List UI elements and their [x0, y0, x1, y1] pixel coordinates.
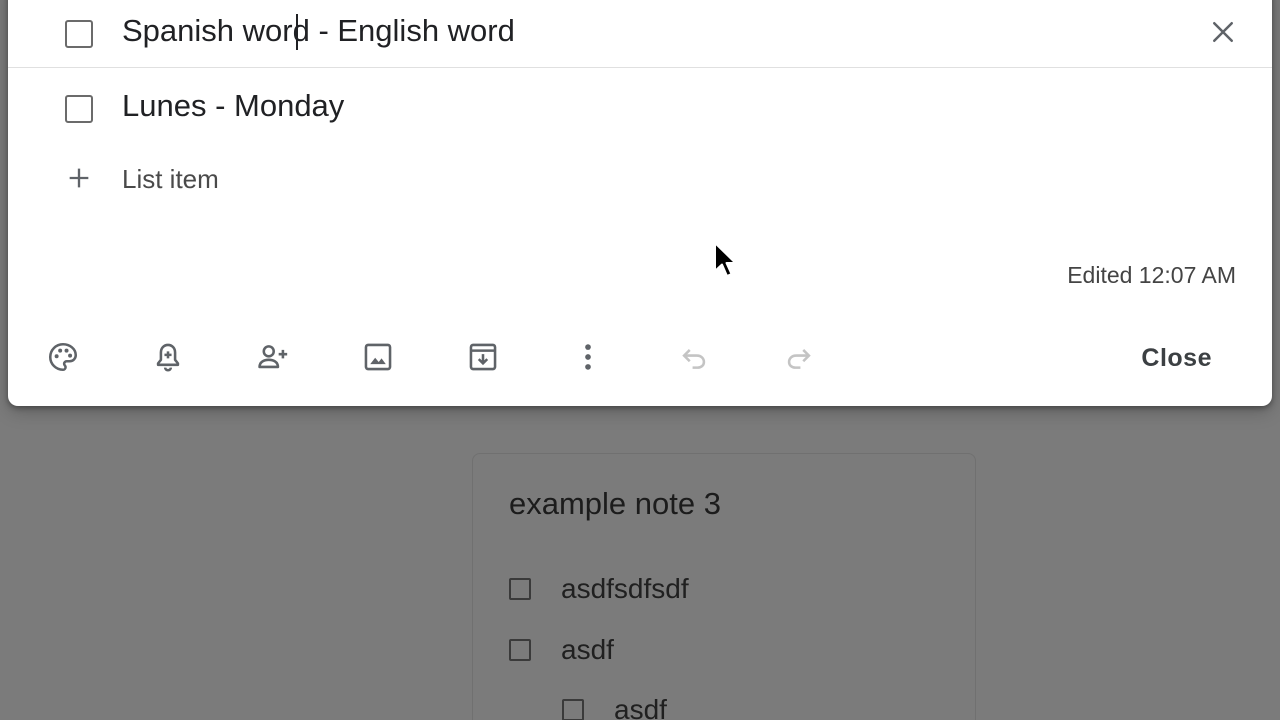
collaborator-icon[interactable] — [251, 335, 295, 379]
list-item-text: asdf — [561, 634, 614, 665]
text-cursor — [296, 14, 298, 50]
mouse-cursor-icon — [714, 242, 737, 277]
reminder-bell-icon[interactable] — [146, 335, 190, 379]
checkbox[interactable] — [65, 95, 93, 123]
more-vert-icon[interactable] — [566, 335, 610, 379]
background-note-card[interactable]: example note 3 asdfsdfsdf asdf asdf — [472, 453, 976, 720]
list-item-row[interactable]: Spanish word - English word — [8, 5, 1272, 57]
list-item: asdfsdfsdf — [509, 571, 689, 607]
plus-icon — [65, 164, 93, 192]
list-item-text[interactable]: Spanish word - English word — [122, 5, 515, 57]
divider — [8, 67, 1272, 68]
add-image-icon[interactable] — [356, 335, 400, 379]
list-item-indented: asdf — [562, 692, 667, 720]
checkbox[interactable] — [562, 699, 584, 720]
redo-icon[interactable] — [777, 335, 821, 379]
edited-timestamp: Edited 12:07 AM — [1067, 262, 1236, 288]
note-title: example note 3 — [509, 486, 721, 521]
checkbox[interactable] — [509, 639, 531, 661]
archive-icon[interactable] — [461, 335, 505, 379]
list-item-text[interactable]: Lunes - Monday — [122, 80, 344, 132]
close-icon[interactable] — [1208, 17, 1238, 47]
palette-icon[interactable] — [41, 335, 85, 379]
add-list-item[interactable]: List item — [8, 156, 608, 202]
undo-icon[interactable] — [672, 335, 716, 379]
list-item-text: asdfsdfsdf — [561, 573, 689, 604]
checkbox[interactable] — [65, 20, 93, 48]
list-item: asdf — [509, 632, 614, 668]
close-button[interactable]: Close — [1141, 336, 1212, 380]
list-item-text: asdf — [614, 694, 667, 720]
add-item-placeholder: List item — [122, 164, 219, 194]
note-editor-dialog: Spanish word - English word Lunes - Mond… — [8, 0, 1272, 406]
checkbox[interactable] — [509, 578, 531, 600]
list-item-row[interactable]: Lunes - Monday — [8, 80, 1272, 132]
